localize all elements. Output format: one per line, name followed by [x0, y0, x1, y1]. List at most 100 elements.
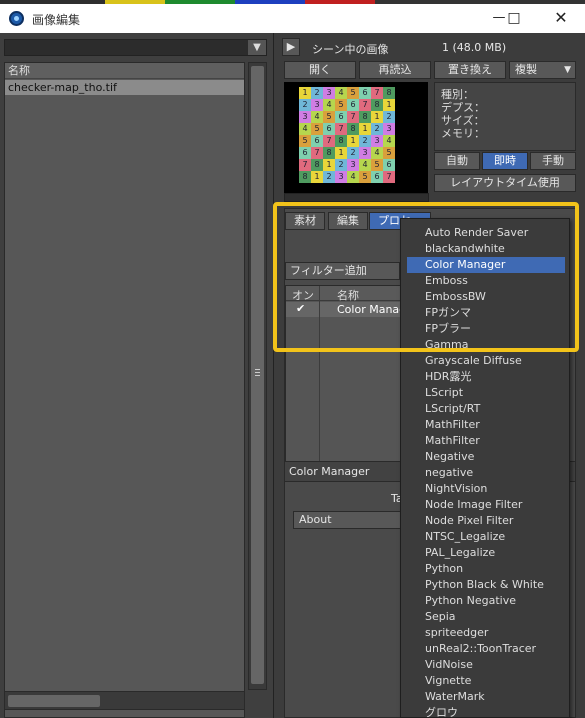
- menu-item[interactable]: FPガンマ: [407, 305, 565, 321]
- vertical-scrollbar[interactable]: [248, 62, 267, 690]
- checker-cell: 7: [311, 147, 323, 159]
- menu-item[interactable]: MathFilter: [407, 417, 565, 433]
- checker-cell: 7: [383, 171, 395, 183]
- menu-item[interactable]: Gamma: [407, 337, 565, 353]
- menu-item[interactable]: Negative: [407, 449, 565, 465]
- clone-dropdown[interactable]: 複製 ▼: [509, 61, 576, 79]
- menu-item[interactable]: MathFilter: [407, 433, 565, 449]
- checker-cell: 6: [383, 159, 395, 171]
- menu-item[interactable]: Vignette: [407, 673, 565, 689]
- checker-cell: 4: [323, 99, 335, 111]
- scene-image-count: 1 (48.0 MB): [442, 41, 507, 54]
- preview-slider[interactable]: [284, 193, 429, 202]
- list-header-name[interactable]: 名称: [5, 63, 244, 79]
- menu-item[interactable]: unReal2::ToonTracer: [407, 641, 565, 657]
- checker-cell: 5: [383, 147, 395, 159]
- checker-cell: 6: [335, 111, 347, 123]
- tab-edit[interactable]: 編集: [328, 212, 368, 230]
- filter-dropdown-menu: Auto Render Saver blackandwhite Color Mana…: [400, 218, 570, 718]
- menu-item[interactable]: LScript: [407, 385, 565, 401]
- table-row[interactable]: ✔ Color Manag: [286, 302, 406, 317]
- checker-cell: 7: [371, 87, 383, 99]
- maximize-icon[interactable]: □: [499, 6, 529, 30]
- tab-material[interactable]: 素材: [285, 212, 325, 230]
- menu-item[interactable]: Auto Render Saver: [407, 225, 565, 241]
- checker-cell: 6: [311, 135, 323, 147]
- checker-cell: 3: [383, 123, 395, 135]
- checker-cell: 4: [347, 171, 359, 183]
- menu-item[interactable]: WaterMark: [407, 689, 565, 705]
- checker-cell: 2: [347, 147, 359, 159]
- menu-item[interactable]: Emboss: [407, 273, 565, 289]
- reload-button[interactable]: 再読込: [359, 61, 431, 79]
- menu-item[interactable]: Python: [407, 561, 565, 577]
- menu-item[interactable]: NightVision: [407, 481, 565, 497]
- expand-arrow-icon[interactable]: ▶: [282, 38, 300, 56]
- menu-item[interactable]: negative: [407, 465, 565, 481]
- checker-cell: 4: [335, 87, 347, 99]
- clone-label: 複製: [515, 63, 537, 76]
- menu-item[interactable]: HDR露光: [407, 369, 565, 385]
- checker-cell: 3: [359, 147, 371, 159]
- checker-cell: 2: [299, 99, 311, 111]
- menu-item[interactable]: VidNoise: [407, 657, 565, 673]
- menu-item[interactable]: Color Manager: [407, 257, 565, 273]
- checker-cell: 4: [311, 111, 323, 123]
- memory-label: メモリ：: [441, 127, 485, 140]
- menu-item[interactable]: グロウ: [407, 705, 565, 718]
- checker-cell: 6: [299, 147, 311, 159]
- list-item[interactable]: checker-map_tho.tif: [5, 80, 244, 95]
- checker-cell: 8: [347, 123, 359, 135]
- checker-cell: 8: [335, 135, 347, 147]
- scroll-thumb[interactable]: [8, 695, 100, 707]
- image-list: 名称 checker-map_tho.tif: [4, 62, 245, 718]
- auto-button[interactable]: 自動: [434, 152, 480, 170]
- chevron-down-icon[interactable]: ▼: [248, 40, 266, 55]
- menu-item[interactable]: LScript/RT: [407, 401, 565, 417]
- menu-item[interactable]: blackandwhite: [407, 241, 565, 257]
- menu-item[interactable]: Grayscale Diffuse: [407, 353, 565, 369]
- checker-cell: 8: [371, 99, 383, 111]
- checker-cell: 3: [311, 99, 323, 111]
- menu-item[interactable]: FPブラー: [407, 321, 565, 337]
- immediate-button[interactable]: 即時: [482, 152, 528, 170]
- menu-item[interactable]: Python Negative: [407, 593, 565, 609]
- menu-item[interactable]: EmbossBW: [407, 289, 565, 305]
- checker-cell: 1: [323, 159, 335, 171]
- close-icon[interactable]: ✕: [546, 6, 576, 30]
- checker-cell: 3: [347, 159, 359, 171]
- checker-cell: 7: [347, 111, 359, 123]
- checker-cell: 8: [323, 147, 335, 159]
- manual-button[interactable]: 手動: [530, 152, 576, 170]
- checker-cell: 2: [311, 87, 323, 99]
- menu-item[interactable]: Python Black & White: [407, 577, 565, 593]
- checker-cell: 4: [371, 147, 383, 159]
- checker-cell: 4: [299, 123, 311, 135]
- checker-cell: 2: [359, 135, 371, 147]
- layout-time-button[interactable]: レイアウトタイム使用: [434, 174, 576, 192]
- menu-item[interactable]: spriteedger: [407, 625, 565, 641]
- horizontal-scrollbar[interactable]: [4, 691, 245, 710]
- menu-item[interactable]: NTSC_Legalize: [407, 529, 565, 545]
- image-info-box: 種別： デプス： サイズ： メモリ：: [434, 82, 576, 151]
- check-icon[interactable]: ✔: [296, 302, 305, 315]
- checker-cell: 5: [347, 87, 359, 99]
- menu-item[interactable]: Node Image Filter: [407, 497, 565, 513]
- scroll-thumb[interactable]: [251, 66, 264, 684]
- image-filter-combo[interactable]: ▼: [4, 39, 267, 56]
- menu-item[interactable]: PAL_Legalize: [407, 545, 565, 561]
- checker-cell: 1: [371, 111, 383, 123]
- open-button[interactable]: 開く: [284, 61, 356, 79]
- column-name[interactable]: 名称: [337, 287, 359, 303]
- column-on[interactable]: オン: [292, 287, 314, 303]
- replace-button[interactable]: 置き換え: [434, 61, 506, 79]
- menu-item[interactable]: Node Pixel Filter: [407, 513, 565, 529]
- checker-cell: 8: [311, 159, 323, 171]
- scene-images-label: シーン中の画像: [312, 43, 389, 56]
- about-button[interactable]: About: [293, 511, 405, 529]
- checker-cell: 1: [359, 123, 371, 135]
- checker-cell: 6: [371, 171, 383, 183]
- checker-cell: 2: [371, 123, 383, 135]
- menu-item[interactable]: Sepia: [407, 609, 565, 625]
- add-filter-button[interactable]: フィルター追加: [285, 262, 400, 280]
